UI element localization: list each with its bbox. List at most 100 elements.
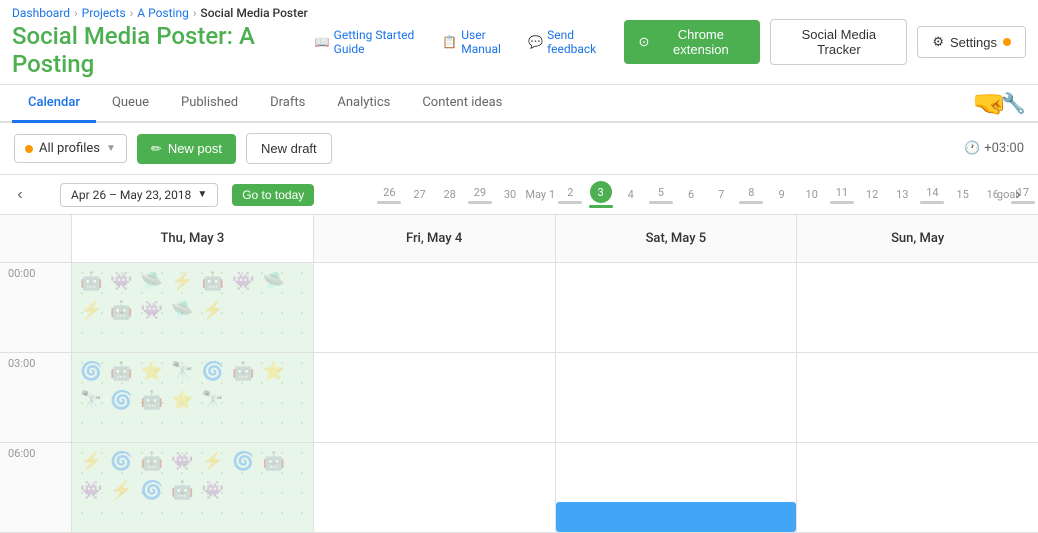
time-slot-00: 00:00 xyxy=(0,263,71,353)
top-bar: Dashboard › Projects › A Posting › Socia… xyxy=(0,0,1038,85)
days-grid: Thu, May 3 🤖 👾 🛸 ⚡ 🤖 👾 🛸 ⚡ 🤖 👾 xyxy=(72,215,1038,533)
day-slot-thu-03[interactable]: 🌀 🤖 ⭐ 🔭 🌀 🤖 ⭐ 🔭 🌀 🤖 ⭐ 🔭 xyxy=(72,353,313,443)
day-slot-sun-00[interactable] xyxy=(797,263,1038,353)
sw-pattern-2: 🌀 🤖 ⭐ 🔭 🌀 🤖 ⭐ 🔭 🌀 🤖 ⭐ 🔭 xyxy=(72,353,313,442)
toolbar: All profiles ▼ ✏ New post New draft 🕐 +0… xyxy=(0,123,1038,175)
tab-queue[interactable]: Queue xyxy=(96,85,165,123)
mini-day-28[interactable]: 28 xyxy=(435,188,465,201)
mini-day-4[interactable]: 4 xyxy=(616,188,646,201)
breadcrumb: Dashboard › Projects › A Posting › Socia… xyxy=(12,6,315,20)
breadcrumb-current: Social Media Poster xyxy=(200,6,307,20)
time-header xyxy=(0,215,71,263)
day-header-sat: Sat, May 5 xyxy=(556,215,797,263)
mini-day-10[interactable]: 10 xyxy=(797,188,827,201)
tab-calendar[interactable]: Calendar xyxy=(12,85,96,123)
next-arrow[interactable]: › xyxy=(1006,183,1030,207)
user-manual-link[interactable]: 📋 User Manual xyxy=(442,28,518,56)
mini-day-27[interactable]: 27 xyxy=(404,188,434,201)
mini-day-13[interactable]: 13 xyxy=(887,188,917,201)
mini-day-May-1[interactable]: May 1 xyxy=(525,188,555,201)
gear-icon: ⚙ xyxy=(932,34,944,50)
mini-day-6[interactable]: 6 xyxy=(676,188,706,201)
pencil-icon: ✏ xyxy=(151,141,162,157)
mini-day-3[interactable]: 3 xyxy=(585,181,615,208)
mini-day-11[interactable]: 11 xyxy=(827,186,857,204)
new-post-button[interactable]: ✏ New post xyxy=(137,134,236,164)
date-range-button[interactable]: Apr 26 – May 23, 2018 ▼ xyxy=(60,183,218,207)
mini-day-15[interactable]: 15 xyxy=(948,188,978,201)
nav-tabs: Calendar Queue Published Drafts Analytic… xyxy=(12,85,518,121)
mini-day-26[interactable]: 26 xyxy=(374,186,404,204)
mini-day-2[interactable]: 2 xyxy=(555,186,585,204)
mini-day-7[interactable]: 7 xyxy=(706,188,736,201)
chrome-extension-button[interactable]: ⊙ Chrome extension xyxy=(624,20,760,64)
mini-day-9[interactable]: 9 xyxy=(766,188,796,201)
mini-day-30[interactable]: 30 xyxy=(495,188,525,201)
day-slot-thu-00[interactable]: 🤖 👾 🛸 ⚡ 🤖 👾 🛸 ⚡ 🤖 👾 🛸 ⚡ xyxy=(72,263,313,353)
chrome-icon: ⊙ xyxy=(638,34,649,50)
page-title: Social Media Poster: A Posting xyxy=(12,22,315,78)
day-slot-thu-06[interactable]: ⚡ 🌀 🤖 👾 ⚡ 🌀 🤖 👾 ⚡ 🌀 🤖 👾 xyxy=(72,443,313,533)
social-media-tracker-button[interactable]: Social Media Tracker xyxy=(770,19,907,65)
settings-badge xyxy=(1003,38,1011,46)
day-slot-sat-00[interactable] xyxy=(556,263,797,353)
day-slot-fri-06[interactable] xyxy=(314,443,555,533)
new-draft-button[interactable]: New draft xyxy=(246,133,332,164)
day-col-sun: Sun, May xyxy=(797,215,1038,533)
calendar-main: 00:00 03:00 06:00 Thu, May 3 🤖 👾 🛸 ⚡ 🤖 👾 xyxy=(0,215,1038,533)
mini-day-5[interactable]: 5 xyxy=(646,186,676,204)
sw-pattern-3: ⚡ 🌀 🤖 👾 ⚡ 🌀 🤖 👾 ⚡ 🌀 🤖 👾 xyxy=(72,443,313,532)
day-col-thu: Thu, May 3 🤖 👾 🛸 ⚡ 🤖 👾 🛸 ⚡ 🤖 👾 xyxy=(72,215,314,533)
tab-content-ideas[interactable]: Content ideas xyxy=(406,85,518,123)
day-col-fri: Fri, May 4 xyxy=(314,215,556,533)
nav-icon-area: 🤜 🔧 xyxy=(972,87,1026,120)
prev-arrow[interactable]: ‹ xyxy=(8,183,32,207)
tab-analytics[interactable]: Analytics xyxy=(321,85,406,123)
day-header-thu: Thu, May 3 xyxy=(72,215,313,263)
book-icon: 📖 xyxy=(315,35,330,49)
clock-icon: 🕐 xyxy=(964,141,980,156)
time-slot-03: 03:00 xyxy=(0,353,71,443)
mini-day-29[interactable]: 29 xyxy=(465,186,495,204)
settings-button[interactable]: ⚙ Settings xyxy=(917,26,1026,58)
profile-dot xyxy=(25,145,33,153)
top-bar-left: Dashboard › Projects › A Posting › Socia… xyxy=(12,6,315,78)
breadcrumb-dashboard[interactable]: Dashboard xyxy=(12,6,70,20)
strip-controls: Apr 26 – May 23, 2018 ▼ Go to today xyxy=(0,183,374,207)
day-header-sun: Sun, May xyxy=(797,215,1038,263)
day-slot-sun-06[interactable] xyxy=(797,443,1038,533)
timezone: 🕐 +03:00 xyxy=(964,141,1024,156)
day-slot-sat-06[interactable] xyxy=(556,443,797,533)
day-slot-sun-03[interactable] xyxy=(797,353,1038,443)
day-header-fri: Fri, May 4 xyxy=(314,215,555,263)
chevron-down-icon: ▼ xyxy=(197,189,207,200)
go-today-button[interactable]: Go to today xyxy=(232,184,314,206)
manual-icon: 📋 xyxy=(442,35,457,49)
top-bar-right: 📖 Getting Started Guide 📋 User Manual 💬 … xyxy=(315,19,1026,65)
day-slot-sat-03[interactable] xyxy=(556,353,797,443)
tab-drafts[interactable]: Drafts xyxy=(254,85,321,123)
sw-icons-2: 🌀 🤖 ⭐ 🔭 🌀 🤖 ⭐ 🔭 🌀 🤖 ⭐ 🔭 xyxy=(72,353,313,442)
time-column: 00:00 03:00 06:00 xyxy=(0,215,72,533)
breadcrumb-projects[interactable]: Projects xyxy=(82,6,126,20)
mini-day-12[interactable]: 12 xyxy=(857,188,887,201)
day-slot-fri-00[interactable] xyxy=(314,263,555,353)
nav-bar: Calendar Queue Published Drafts Analytic… xyxy=(0,85,1038,123)
sw-pattern: 🤖 👾 🛸 ⚡ 🤖 👾 🛸 ⚡ 🤖 👾 🛸 ⚡ xyxy=(72,263,313,352)
mini-day-8[interactable]: 8 xyxy=(736,186,766,204)
mini-date-strip: ‹ Apr 26 – May 23, 2018 ▼ Go to today 26… xyxy=(0,175,1038,215)
profile-select[interactable]: All profiles ▼ xyxy=(14,134,127,163)
tools-icon: 🔧 xyxy=(1001,91,1026,115)
mini-day-14[interactable]: 14 xyxy=(917,186,947,204)
day-slot-fri-03[interactable] xyxy=(314,353,555,443)
getting-started-link[interactable]: 📖 Getting Started Guide xyxy=(315,28,433,56)
sw-icons: 🤖 👾 🛸 ⚡ 🤖 👾 🛸 ⚡ 🤖 👾 🛸 ⚡ xyxy=(72,263,313,352)
sw-icons-3: ⚡ 🌀 🤖 👾 ⚡ 🌀 🤖 👾 ⚡ 🌀 🤖 👾 xyxy=(72,443,313,532)
feedback-icon: 💬 xyxy=(528,35,543,49)
toolbar-left: All profiles ▼ ✏ New post New draft xyxy=(14,133,332,164)
chevron-down-icon: ▼ xyxy=(106,143,116,154)
tab-published[interactable]: Published xyxy=(165,85,254,123)
breadcrumb-a-posting[interactable]: A Posting xyxy=(137,6,189,20)
day-col-sat: Sat, May 5 xyxy=(556,215,798,533)
send-feedback-link[interactable]: 💬 Send feedback xyxy=(528,28,614,56)
